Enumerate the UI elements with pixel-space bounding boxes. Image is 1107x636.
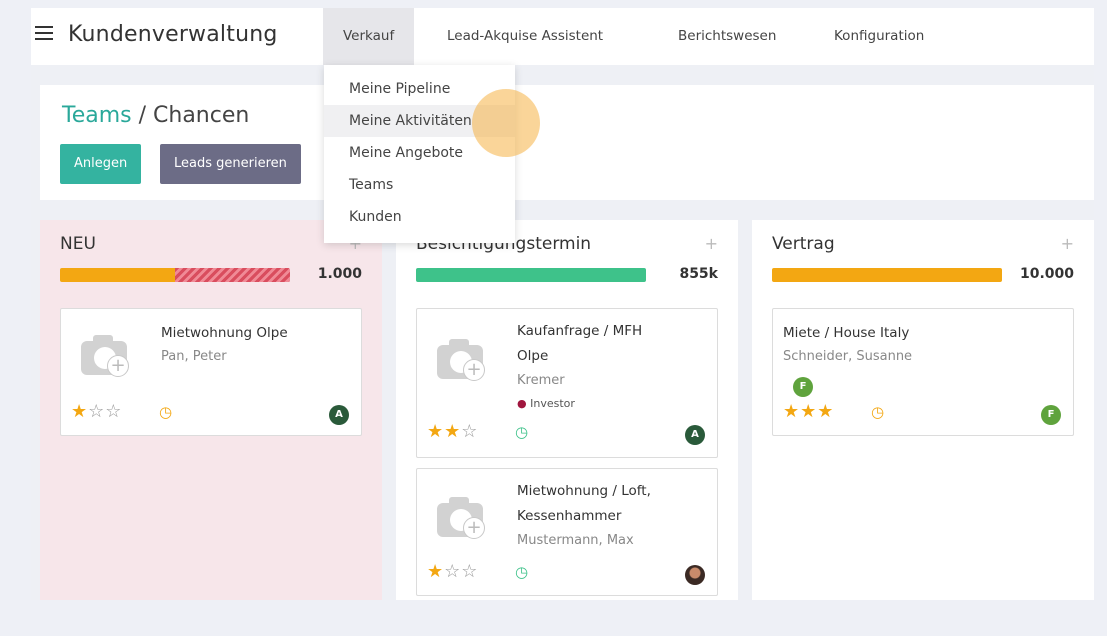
star-filled-icon[interactable]: ★ <box>800 401 817 422</box>
star-filled-icon[interactable]: ★ <box>71 401 88 422</box>
column-progress-bar[interactable] <box>772 268 1002 282</box>
kanban-card[interactable]: + Mietwohnung Olpe Pan, Peter ★☆☆ ◷ A <box>60 308 362 436</box>
menu-icon[interactable] <box>35 26 53 40</box>
column-title: Vertrag <box>772 234 835 254</box>
tag-dot-icon: ● <box>517 397 527 410</box>
kanban-column-neu: NEU + 1.000 + Mietwohnung Olpe Pan, Pete… <box>40 220 382 600</box>
card-title-line2: Kessenhammer <box>517 508 622 524</box>
kanban-card[interactable]: + Kaufanfrage / MFH Olpe Kremer ● Invest… <box>416 308 718 458</box>
menu-berichtswesen[interactable]: Berichtswesen <box>658 8 796 65</box>
progress-segment-planned <box>416 268 646 282</box>
camera-placeholder-icon: + <box>437 495 487 539</box>
kanban-column-besichtigungstermin: Besichtigungstermin + 855k + Kaufanfrage… <box>396 220 738 600</box>
breadcrumb-current: Chancen <box>153 103 250 128</box>
priority-stars[interactable]: ★☆☆ <box>71 401 122 422</box>
verkauf-dropdown: Meine Pipeline Meine Aktivitäten Meine A… <box>324 65 515 243</box>
column-total: 1.000 <box>317 266 362 282</box>
tag-investor[interactable]: ● Investor <box>517 397 575 410</box>
menu-verkauf[interactable]: Verkauf <box>323 8 415 65</box>
progress-segment-won <box>772 268 1002 282</box>
activity-clock-icon[interactable]: ◷ <box>159 403 172 421</box>
card-title-line2: Olpe <box>517 348 549 364</box>
card-customer: Mustermann, Max <box>517 533 634 548</box>
user-photo-avatar <box>685 565 705 585</box>
control-panel: Teams / Chancen Anlegen Leads generieren <box>40 85 1094 200</box>
avatar: F <box>1041 405 1061 425</box>
star-filled-icon[interactable]: ★ <box>444 421 461 442</box>
priority-stars[interactable]: ★★★ <box>783 401 834 422</box>
click-indicator <box>472 89 540 157</box>
card-customer: Pan, Peter <box>161 349 227 364</box>
avatar: A <box>685 425 705 445</box>
activity-clock-icon[interactable]: ◷ <box>515 423 528 441</box>
star-empty-icon[interactable]: ☆ <box>461 421 478 442</box>
card-customer: Kremer <box>517 373 565 388</box>
create-button[interactable]: Anlegen <box>60 144 142 184</box>
app-title: Kundenverwaltung <box>68 22 278 47</box>
kanban-card[interactable]: + Mietwohnung / Loft, Kessenhammer Muste… <box>416 468 718 596</box>
activity-clock-icon[interactable]: ◷ <box>871 403 884 421</box>
card-title: Miete / House Italy <box>783 325 910 341</box>
star-filled-icon[interactable]: ★ <box>427 561 444 582</box>
column-progress-bar[interactable] <box>416 268 646 282</box>
tag-badge: F <box>793 377 813 397</box>
star-filled-icon[interactable]: ★ <box>427 421 444 442</box>
column-title: NEU <box>60 234 96 254</box>
tag-label: Investor <box>530 397 575 410</box>
card-title-line1: Mietwohnung / Loft, <box>517 483 651 499</box>
kanban-column-vertrag: Vertrag + 10.000 Miete / House Italy Sch… <box>752 220 1094 600</box>
card-customer: Schneider, Susanne <box>783 349 913 364</box>
progress-segment-overdue <box>175 268 290 282</box>
camera-placeholder-icon: + <box>81 333 131 377</box>
column-progress-bar[interactable] <box>60 268 290 282</box>
breadcrumb: Teams / Chancen <box>62 103 249 128</box>
activity-clock-icon[interactable]: ◷ <box>515 563 528 581</box>
breadcrumb-teams[interactable]: Teams <box>62 103 132 128</box>
dropdown-teams[interactable]: Teams <box>324 169 515 201</box>
star-empty-icon[interactable]: ☆ <box>105 401 122 422</box>
menu-konfiguration[interactable]: Konfiguration <box>814 8 944 65</box>
dropdown-kunden[interactable]: Kunden <box>324 201 515 233</box>
menu-lead-akquise[interactable]: Lead-Akquise Assistent <box>427 8 623 65</box>
priority-stars[interactable]: ★★☆ <box>427 421 478 442</box>
add-card-button[interactable]: + <box>705 234 718 253</box>
column-total: 855k <box>679 266 718 282</box>
camera-placeholder-icon: + <box>437 337 487 381</box>
card-title: Mietwohnung Olpe <box>161 325 288 341</box>
add-card-button[interactable]: + <box>1061 234 1074 253</box>
generate-leads-button[interactable]: Leads generieren <box>160 144 301 184</box>
breadcrumb-separator: / <box>131 103 154 128</box>
star-filled-icon[interactable]: ★ <box>783 401 800 422</box>
progress-segment-won <box>60 268 175 282</box>
top-navbar: Kundenverwaltung Verkauf Lead-Akquise As… <box>31 8 1094 65</box>
priority-stars[interactable]: ★☆☆ <box>427 561 478 582</box>
avatar: A <box>329 405 349 425</box>
star-empty-icon[interactable]: ☆ <box>461 561 478 582</box>
star-empty-icon[interactable]: ☆ <box>444 561 461 582</box>
kanban-card[interactable]: Miete / House Italy Schneider, Susanne F… <box>772 308 1074 436</box>
star-empty-icon[interactable]: ☆ <box>88 401 105 422</box>
column-total: 10.000 <box>1019 266 1074 282</box>
card-title-line1: Kaufanfrage / MFH <box>517 323 643 339</box>
star-filled-icon[interactable]: ★ <box>817 401 834 422</box>
